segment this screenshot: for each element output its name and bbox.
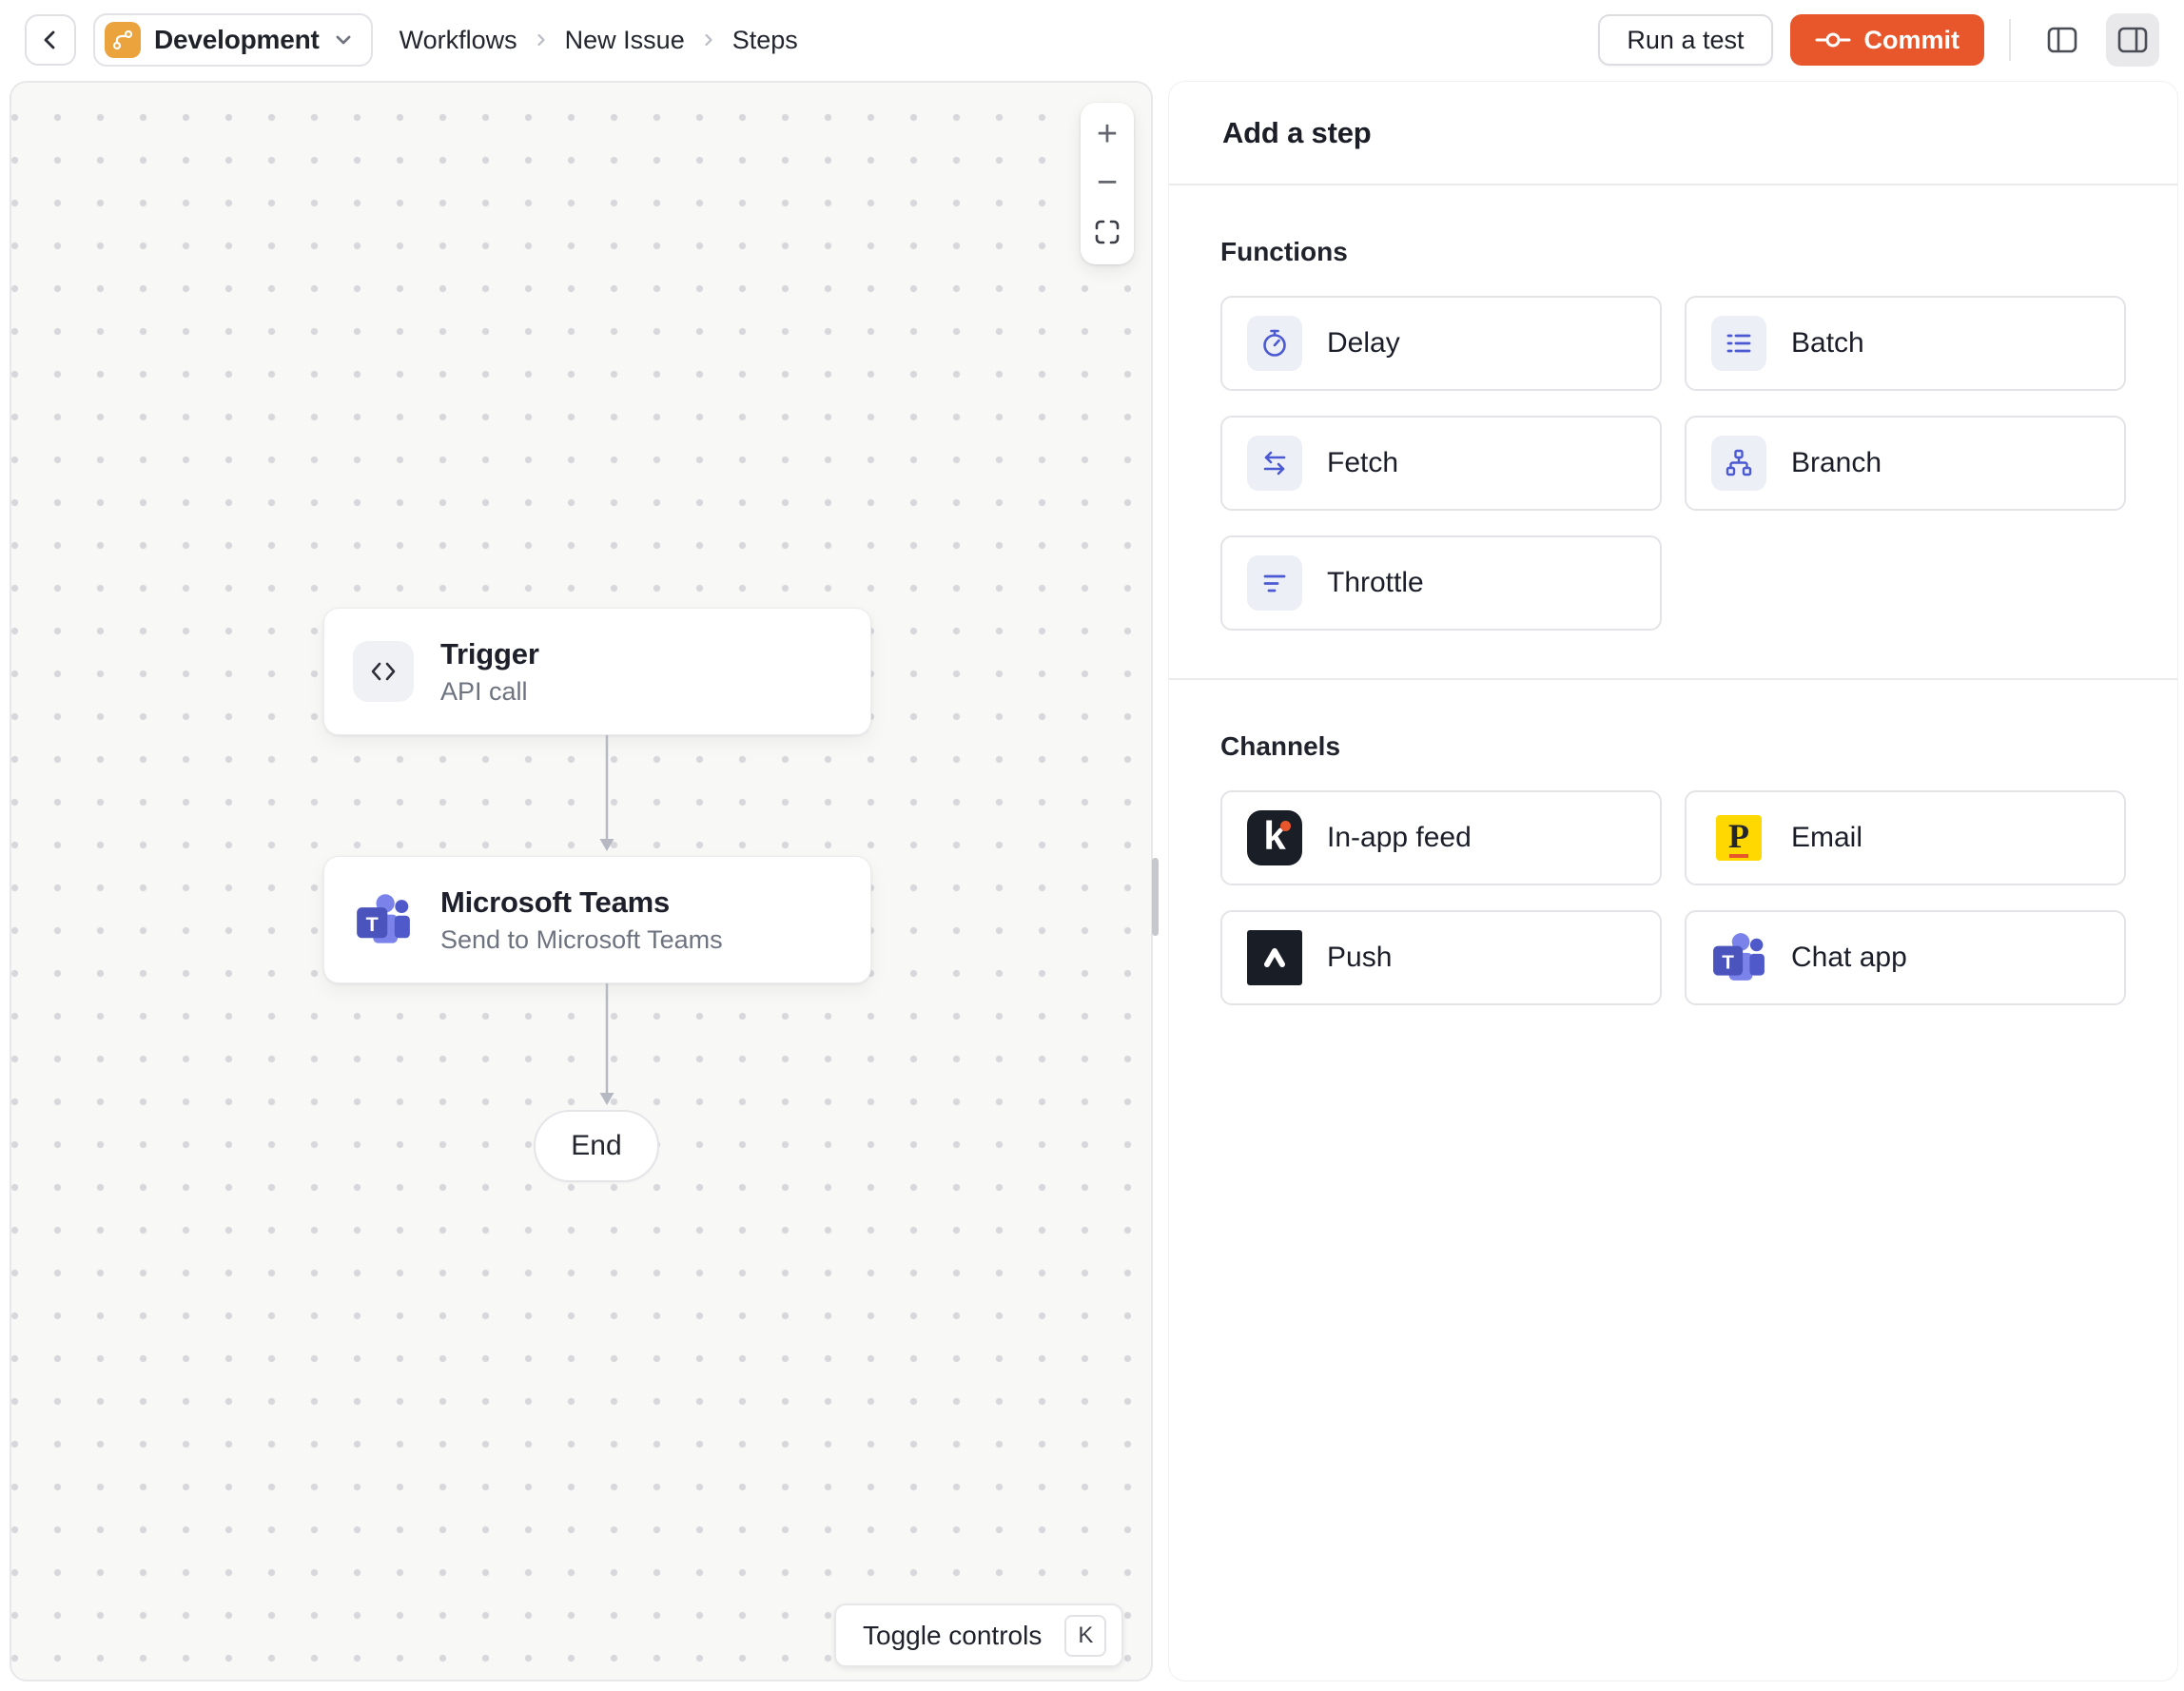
expo-caret-icon [1247,930,1302,985]
channels-section: Channels k In-app feed P Email Push T Ch… [1169,731,2177,1005]
step-card-batch[interactable]: Batch [1685,296,2126,391]
step-card-email[interactable]: P Email [1685,790,2126,885]
back-button[interactable] [25,14,76,66]
toggle-right-panel-button[interactable] [2106,13,2159,67]
teams-letter: T [1722,951,1734,973]
breadcrumb: Workflows New Issue Steps [400,26,798,55]
step-card-delay[interactable]: Delay [1220,296,1662,391]
git-commit-icon [1815,32,1850,48]
top-bar: Development Workflows New Issue Steps Ru… [0,0,2184,80]
workflow-canvas[interactable]: + − Trigger API call T Microsoft Teams S… [10,81,1153,1681]
fit-view-icon [1095,221,1120,244]
breadcrumb-steps[interactable]: Steps [732,26,798,55]
section-divider [1169,678,2177,680]
workflow-editor: + − Trigger API call T Microsoft Teams S… [0,80,2184,1691]
toggle-controls-button[interactable]: Toggle controls K [834,1604,1124,1667]
zoom-out-button[interactable]: − [1082,161,1132,206]
stopwatch-icon [1247,316,1302,371]
step-card-chat-app[interactable]: T Chat app [1685,910,2126,1005]
chevron-right-icon [705,33,712,47]
commit-button[interactable]: Commit [1789,14,1984,66]
step-card-branch[interactable]: Branch [1685,416,2126,511]
list-icon [1711,316,1766,371]
step-card-throttle[interactable]: Throttle [1220,535,1662,631]
node-subtitle: API call [440,676,528,706]
left-panel-icon [2047,27,2077,53]
end-node[interactable]: End [534,1110,659,1182]
keyboard-shortcut-badge: K [1064,1614,1107,1657]
filter-lines-icon [1247,555,1302,611]
panel-resize-handle[interactable] [1152,858,1159,936]
node-subtitle: Send to Microsoft Teams [440,924,723,954]
zoom-in-button[interactable]: + [1082,112,1132,158]
code-icon [353,641,414,702]
chevron-right-icon [537,33,545,47]
right-panel-icon [2117,27,2148,53]
chevron-down-icon [336,35,351,45]
microsoft-teams-node[interactable]: T Microsoft Teams Send to Microsoft Team… [323,856,871,983]
toggle-left-panel-button[interactable] [2036,13,2089,67]
org-chart-icon [1711,436,1766,491]
header-divider [2009,19,2011,61]
postmark-icon: P [1711,810,1766,865]
step-card-push[interactable]: Push [1220,910,1662,1005]
environment-label: Development [154,25,320,54]
breadcrumb-workflows[interactable]: Workflows [400,26,517,55]
branch-badge-icon [105,22,141,58]
node-title: Trigger [440,636,539,671]
panel-header: Add a step [1169,82,2177,185]
add-step-panel: Add a step Functions Delay Batch Fetch B… [1168,81,2178,1681]
swap-arrows-icon [1247,436,1302,491]
teams-icon: T [1711,930,1766,985]
edge-arrow [599,735,614,851]
knock-icon: k [1247,810,1302,865]
step-card-in-app-feed[interactable]: k In-app feed [1220,790,1662,885]
commit-label: Commit [1863,25,1960,54]
environment-switcher[interactable]: Development [93,13,373,67]
panel-title: Add a step [1222,115,1372,149]
run-test-button[interactable]: Run a test [1598,14,1773,66]
node-title: Microsoft Teams [440,884,671,919]
chevron-left-icon [44,30,55,49]
breadcrumb-new-issue[interactable]: New Issue [565,26,685,55]
functions-label: Functions [1220,237,1348,266]
edge-arrow [599,983,614,1105]
teams-letter: T [366,913,379,936]
channels-label: Channels [1220,731,1341,761]
teams-icon: T [353,889,414,950]
canvas-zoom-controls: + − [1081,103,1134,264]
fit-view-button[interactable] [1082,209,1132,255]
trigger-node[interactable]: Trigger API call [323,608,871,735]
functions-section: Functions Delay Batch Fetch Branch Throt… [1169,237,2177,680]
step-card-fetch[interactable]: Fetch [1220,416,1662,511]
toggle-controls-label: Toggle controls [863,1620,1043,1650]
